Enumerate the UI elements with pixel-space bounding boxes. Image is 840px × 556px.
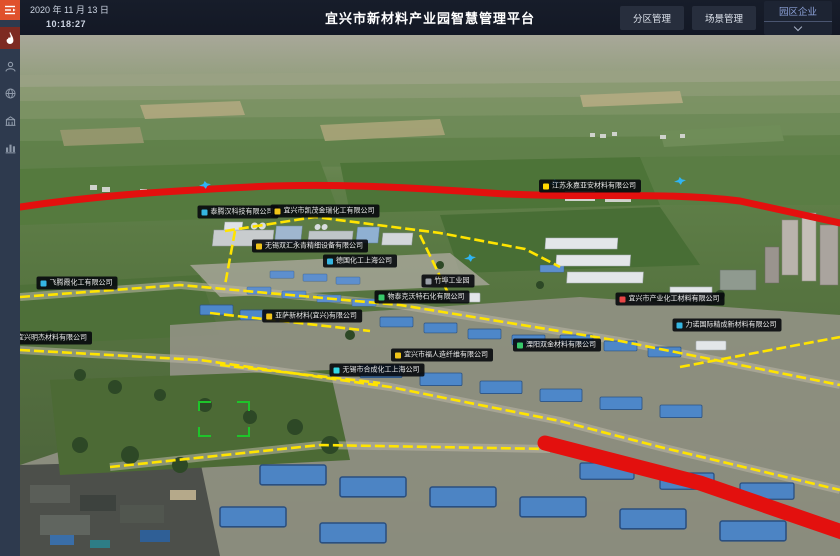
park-company-dropdown[interactable]: 园区企业 xyxy=(764,1,832,35)
factory-icon[interactable] xyxy=(0,110,20,130)
map-3d-view[interactable]: 泰腾汉科技有限公司 宜兴市凯茂金瑞化工有限公司无锡双汇永青精细设备有限公司德国化工… xyxy=(20,35,840,556)
user-icon[interactable] xyxy=(0,56,20,76)
company-label-text: 亚萨新材料(宜兴)有限公司 xyxy=(275,313,357,320)
company-marker-icon xyxy=(426,278,432,284)
date-text: 2020 年 11 月 13 日 xyxy=(30,5,109,15)
company-label-text: 宜兴明杰材料有限公司 xyxy=(20,335,87,342)
sidebar xyxy=(0,0,20,556)
company-marker-icon xyxy=(41,280,47,286)
company-marker-icon xyxy=(620,296,626,302)
company-label-text: 力诺国际精成新材料有限公司 xyxy=(686,322,777,329)
blue-3d-marker-icon[interactable] xyxy=(674,176,687,186)
company-label[interactable]: 江苏永嘉亚安材料有限公司 xyxy=(539,180,641,193)
company-label-text: 宜兴市产业化工材料有限公司 xyxy=(629,296,720,303)
company-marker-icon xyxy=(543,183,549,189)
company-label[interactable]: 宜兴市凯茂金瑞化工有限公司 xyxy=(271,205,380,218)
company-label[interactable]: 力诺国际精成新材料有限公司 xyxy=(673,319,782,332)
company-label-text: 飞腾霞化工有限公司 xyxy=(50,280,113,287)
bar-chart-icon[interactable] xyxy=(0,137,20,157)
selection-brackets xyxy=(198,401,250,437)
company-marker-icon xyxy=(517,342,523,348)
company-marker-icon xyxy=(379,294,385,300)
company-label[interactable]: 泰腾汉科技有限公司 xyxy=(198,206,279,219)
company-marker-icon xyxy=(677,322,683,328)
scene-manage-button[interactable]: 场景管理 xyxy=(692,6,756,30)
datetime: 2020 年 11 月 13 日 10:18:27 xyxy=(20,4,109,31)
company-marker-icon xyxy=(266,313,272,319)
company-label[interactable]: 亚萨新材料(宜兴)有限公司 xyxy=(262,310,362,323)
map-overlays: 泰腾汉科技有限公司 宜兴市凯茂金瑞化工有限公司无锡双汇永青精细设备有限公司德国化工… xyxy=(20,35,840,556)
company-marker-icon xyxy=(334,367,340,373)
company-label[interactable]: 宜兴市产业化工材料有限公司 xyxy=(616,293,725,306)
company-marker-icon xyxy=(395,352,401,358)
flame-icon[interactable] xyxy=(0,27,20,49)
company-label-text: 物泰克沃特石化有限公司 xyxy=(388,294,465,301)
park-company-dropdown-label: 园区企业 xyxy=(764,4,832,22)
zone-manage-button[interactable]: 分区管理 xyxy=(620,6,684,30)
time-text: 10:18:27 xyxy=(46,19,86,29)
company-marker-icon xyxy=(202,209,208,215)
company-label-text: 宜兴市福人造纤维有限公司 xyxy=(404,352,488,359)
company-label[interactable]: 竹埠工业园 xyxy=(422,275,475,288)
blue-3d-marker-icon[interactable] xyxy=(199,180,212,190)
company-label[interactable]: 无锡市合成化工上海公司 xyxy=(330,364,425,377)
menu-icon[interactable] xyxy=(0,0,20,20)
company-label-text: 德国化工上海公司 xyxy=(336,258,392,265)
globe-icon[interactable] xyxy=(0,83,20,103)
company-label-text: 溧阳双金材料有限公司 xyxy=(526,342,596,349)
company-label[interactable]: 宜兴明杰材料有限公司 xyxy=(20,332,92,345)
company-marker-icon xyxy=(275,208,281,214)
company-marker-icon xyxy=(327,258,333,264)
header: 2020 年 11 月 13 日 10:18:27 宜兴市新材料产业园智慧管理平… xyxy=(20,0,840,35)
header-actions: 分区管理 场景管理 园区企业 xyxy=(620,1,840,35)
company-label[interactable]: 无锡双汇永青精细设备有限公司 xyxy=(252,240,368,253)
chevron-down-icon xyxy=(794,22,802,30)
company-label[interactable]: 物泰克沃特石化有限公司 xyxy=(375,291,470,304)
company-label[interactable]: 德国化工上海公司 xyxy=(323,255,397,268)
company-label[interactable]: 宜兴市福人造纤维有限公司 xyxy=(391,349,493,362)
company-label[interactable]: 溧阳双金材料有限公司 xyxy=(513,339,601,352)
company-label-text: 泰腾汉科技有限公司 xyxy=(211,209,274,216)
company-label-text: 竹埠工业园 xyxy=(435,278,470,285)
company-label-text: 无锡市合成化工上海公司 xyxy=(343,367,420,374)
blue-3d-marker-icon[interactable] xyxy=(464,253,477,263)
company-label[interactable]: 飞腾霞化工有限公司 xyxy=(37,277,118,290)
company-label-text: 宜兴市凯茂金瑞化工有限公司 xyxy=(284,208,375,215)
company-label-text: 无锡双汇永青精细设备有限公司 xyxy=(265,243,363,250)
company-marker-icon xyxy=(256,243,262,249)
company-label-text: 江苏永嘉亚安材料有限公司 xyxy=(552,183,636,190)
